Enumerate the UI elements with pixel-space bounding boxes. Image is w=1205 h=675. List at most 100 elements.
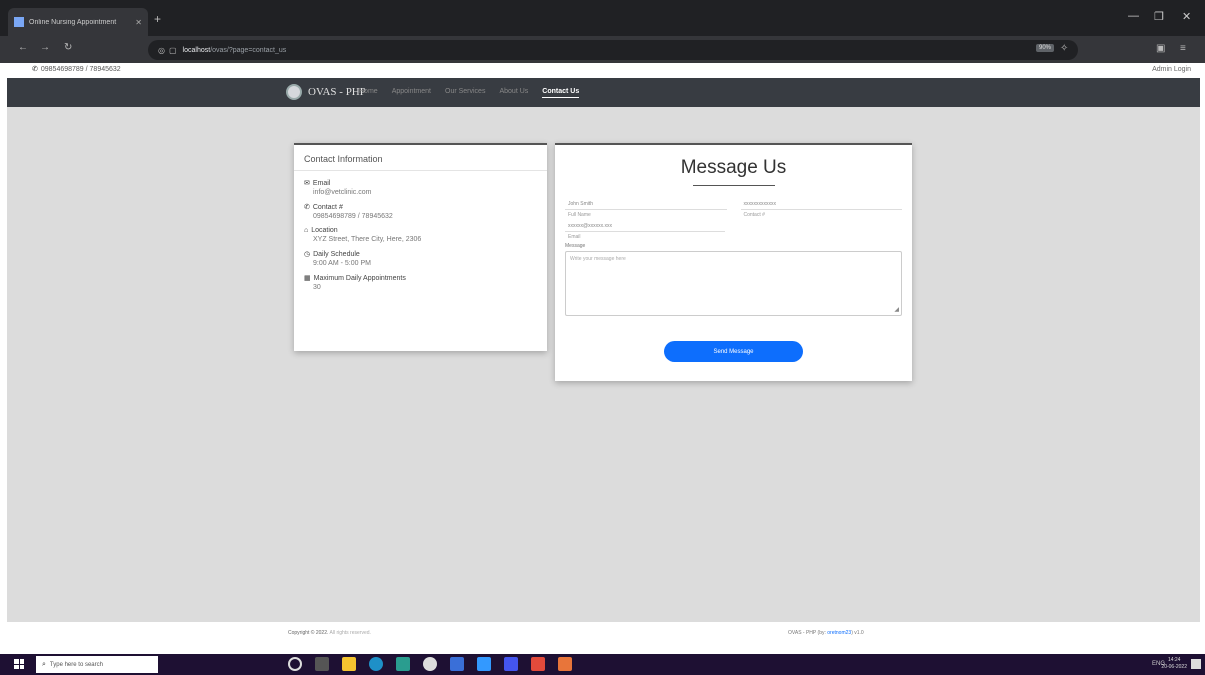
- extension-icon[interactable]: ✧: [1060, 43, 1068, 54]
- nav-appointment[interactable]: Appointment: [392, 88, 431, 98]
- title-divider: [692, 185, 775, 186]
- message-title: Message Us: [680, 157, 787, 178]
- contact-item-location: ⌂ Location XYZ Street, There City, Here, …: [304, 227, 537, 243]
- new-tab-icon[interactable]: +: [154, 12, 161, 26]
- app-icon[interactable]: [450, 657, 464, 671]
- windows-start-icon[interactable]: [14, 659, 24, 669]
- search-icon: ⌕: [42, 660, 46, 668]
- brand-name: OVAS - PHP: [308, 86, 366, 98]
- contact-item-label: Location: [311, 227, 338, 234]
- topbar-contact: ✆ 09854698789 / 78945632: [32, 65, 121, 73]
- url-text: localhost/ovas/?page=contact_us: [183, 47, 287, 54]
- back-icon[interactable]: ←: [18, 42, 28, 53]
- browser-tab[interactable]: Online Nursing Appointment ✕: [8, 8, 148, 36]
- phone-icon: ✆: [32, 66, 38, 73]
- contact-item-value: 30: [313, 284, 321, 291]
- envelope-icon: ✉: [304, 180, 310, 187]
- notifications-icon[interactable]: [1191, 659, 1201, 669]
- url-path: /ovas/?page=contact_us: [210, 46, 287, 54]
- nav-our-services[interactable]: Our Services: [445, 88, 485, 98]
- map-marker-icon: ⌂: [304, 227, 309, 234]
- contact-item-value: 09854698789 / 78945632: [313, 213, 393, 220]
- credit-prefix: OVAS - PHP (by:: [788, 630, 826, 636]
- email-input[interactable]: xxxxxx@xxxxxx.xxx: [565, 221, 725, 232]
- contact-info-card: Contact Information ✉ Email info@vetclini…: [294, 143, 547, 351]
- edge-icon[interactable]: [369, 657, 383, 671]
- chrome-icon[interactable]: [423, 657, 437, 671]
- fullname-input[interactable]: John Smith: [565, 199, 727, 210]
- clock-icon: ◷: [304, 251, 311, 258]
- calendar-icon: ▦: [304, 275, 311, 282]
- reload-icon[interactable]: ↻: [64, 42, 72, 53]
- contact-item-value: info@vetclinic.com: [313, 189, 372, 196]
- contact-input[interactable]: xxxxxxxxxxxxx: [740, 199, 902, 210]
- restore-icon[interactable]: ❐: [1154, 10, 1164, 23]
- message-textarea[interactable]: Write your message here ◢: [565, 251, 902, 316]
- contact-item-value: XYZ Street, There City, Here, 2306: [313, 236, 422, 243]
- page-info-icon[interactable]: ▢: [169, 46, 177, 55]
- send-message-button[interactable]: Send Message: [664, 341, 803, 362]
- app2-icon[interactable]: [504, 657, 518, 671]
- admin-login-link[interactable]: Admin Login: [1152, 66, 1191, 73]
- browser-toolbar: ← → ↻ ◎ ▢ localhost/ovas/?page=contact_u…: [0, 36, 1205, 63]
- close-window-icon[interactable]: ✕: [1182, 10, 1191, 23]
- tab-title: Online Nursing Appointment: [29, 18, 117, 26]
- vscode-icon[interactable]: [477, 657, 491, 671]
- site-navbar: OVAS - PHP Home Appointment Our Services…: [7, 78, 1200, 107]
- message-card: Message Us John Smith Full Name xxxxxxxx…: [555, 143, 912, 381]
- footer-credit: OVAS - PHP (by: oretnom23) v1.0: [788, 630, 864, 636]
- contact-label: Contact #: [743, 212, 765, 218]
- collections-icon[interactable]: ▣: [1156, 43, 1165, 54]
- forward-icon[interactable]: →: [40, 42, 50, 53]
- contact-item-value: 9:00 AM - 5:00 PM: [313, 260, 371, 267]
- address-bar[interactable]: ◎ ▢ localhost/ovas/?page=contact_us: [148, 40, 1078, 60]
- brand[interactable]: OVAS - PHP: [286, 84, 366, 100]
- task-view-icon[interactable]: [315, 657, 329, 671]
- clock-time: 14:24: [1167, 657, 1181, 663]
- message-label: Message: [565, 243, 586, 249]
- minimize-icon[interactable]: —: [1128, 10, 1139, 22]
- close-tab-icon[interactable]: ✕: [135, 18, 142, 27]
- fullname-label: Full Name: [568, 212, 591, 218]
- store-icon[interactable]: [396, 657, 410, 671]
- phone-icon: ✆: [304, 204, 310, 211]
- taskbar-search-text: Type here to search: [49, 661, 103, 668]
- nav-about-us[interactable]: About Us: [499, 88, 528, 98]
- brave-icon[interactable]: [531, 657, 545, 671]
- file-explorer-icon[interactable]: [342, 657, 356, 671]
- nav-links: Home Appointment Our Services About Us C…: [359, 88, 580, 98]
- contact-item-email: ✉ Email info@vetclinic.com: [304, 179, 537, 197]
- taskbar-clock[interactable]: 14:24 20-06-2022: [1161, 657, 1187, 671]
- contact-item-max-appointments: ▦ Maximum Daily Appointments 30: [304, 274, 537, 292]
- main-content: Contact Information ✉ Email info@vetclini…: [7, 107, 1200, 622]
- resize-grip-icon[interactable]: ◢: [894, 306, 899, 313]
- contact-item-schedule: ◷ Daily Schedule 9:00 AM - 5:00 PM: [304, 250, 537, 268]
- site-footer: Copyright © 2022. All rights reserved. O…: [0, 622, 1205, 654]
- contact-info-header: Contact Information: [294, 145, 547, 171]
- url-host: localhost: [182, 46, 211, 54]
- rights-text: All rights reserved.: [329, 630, 371, 636]
- menu-icon[interactable]: ≡: [1180, 43, 1186, 54]
- contact-info-list: ✉ Email info@vetclinic.com ✆ Contact # 098…: [294, 171, 547, 306]
- nav-contact-us[interactable]: Contact Us: [542, 88, 580, 98]
- brand-logo-icon: [286, 84, 302, 100]
- clock-date: 20-06-2022: [1161, 664, 1187, 670]
- footer-copyright: Copyright © 2022. All rights reserved.: [288, 630, 371, 636]
- contact-item-phone: ✆ Contact # 09854698789 / 78945632: [304, 203, 537, 221]
- message-form: John Smith Full Name xxxxxxxxxxxxx Conta…: [565, 199, 902, 316]
- taskbar-search[interactable]: ⌕ Type here to search: [36, 656, 158, 673]
- contact-item-label: Contact #: [312, 203, 343, 211]
- shield-icon: ◎: [158, 45, 165, 55]
- message-placeholder: Write your message here: [570, 256, 626, 262]
- xampp-icon[interactable]: [558, 657, 572, 671]
- author-link[interactable]: oretnom23: [827, 630, 851, 636]
- nav-home[interactable]: Home: [359, 88, 378, 98]
- credit-suffix: ) v1.0: [851, 630, 864, 636]
- contact-item-label: Email: [312, 179, 331, 187]
- topbar-phone: 09854698789 / 78945632: [40, 66, 121, 73]
- email-label: Email: [568, 234, 581, 240]
- browser-titlebar: Online Nursing Appointment ✕ + — ❐ ✕: [0, 0, 1205, 36]
- zoom-badge[interactable]: 90%: [1036, 44, 1055, 52]
- top-info-bar: ✆ 09854698789 / 78945632 Admin Login: [0, 63, 1205, 78]
- cortana-icon[interactable]: [288, 657, 302, 671]
